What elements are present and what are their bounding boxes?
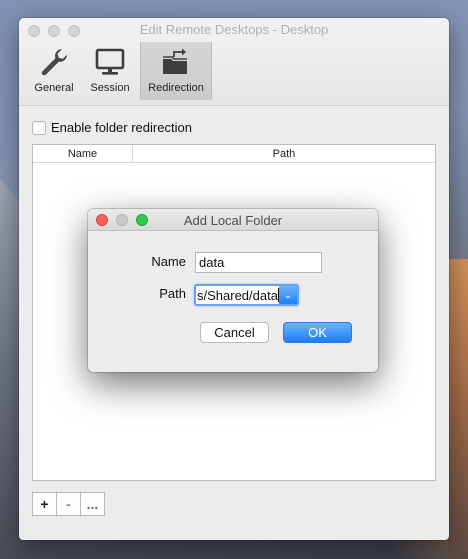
- dialog-title: Add Local Folder: [183, 213, 283, 228]
- tab-session[interactable]: Session: [84, 42, 136, 100]
- path-combobox[interactable]: s/Shared/data ⌄: [194, 284, 299, 306]
- name-field[interactable]: data: [195, 252, 322, 273]
- window-title: Edit Remote Desktops - Desktop: [139, 22, 329, 37]
- desktop-mountain-right: [448, 259, 468, 559]
- tab-session-label: Session: [90, 82, 130, 94]
- monitor-icon: [95, 48, 125, 75]
- ok-button[interactable]: OK: [283, 322, 352, 343]
- folder-list-buttons: + - ...: [32, 492, 105, 516]
- more-options-button[interactable]: ...: [80, 492, 105, 516]
- tab-general[interactable]: General: [28, 42, 80, 100]
- folders-table-header: Name Path: [33, 145, 435, 163]
- enable-folder-redirection-checkbox[interactable]: [32, 120, 46, 135]
- path-label: Path: [159, 286, 186, 301]
- wrench-icon: [41, 49, 68, 76]
- add-folder-button[interactable]: +: [32, 492, 57, 516]
- enable-folder-redirection-row[interactable]: Enable folder redirection: [32, 120, 192, 135]
- tab-redirection[interactable]: Redirection: [140, 42, 212, 100]
- window-titlebar: Edit Remote Desktops - Desktop General S…: [19, 18, 449, 106]
- folder-redirect-icon: [163, 48, 187, 74]
- path-field-value: s/Shared/data: [197, 288, 278, 303]
- preferences-toolbar: General Session Redirection: [28, 42, 216, 100]
- name-label: Name: [151, 254, 186, 269]
- path-field[interactable]: s/Shared/data: [196, 286, 279, 304]
- dialog-titlebar: Add Local Folder: [88, 209, 378, 231]
- enable-folder-redirection-label: Enable folder redirection: [51, 120, 192, 135]
- cancel-button[interactable]: Cancel: [200, 322, 269, 343]
- remove-folder-button[interactable]: -: [56, 492, 81, 516]
- chevron-down-icon[interactable]: ⌄: [279, 286, 297, 304]
- column-header-path[interactable]: Path: [133, 145, 435, 162]
- add-local-folder-dialog: Add Local Folder Name data Path s/Shared…: [88, 209, 378, 372]
- tab-redirection-label: Redirection: [148, 82, 204, 94]
- tab-general-label: General: [34, 82, 74, 94]
- column-header-name[interactable]: Name: [33, 145, 133, 162]
